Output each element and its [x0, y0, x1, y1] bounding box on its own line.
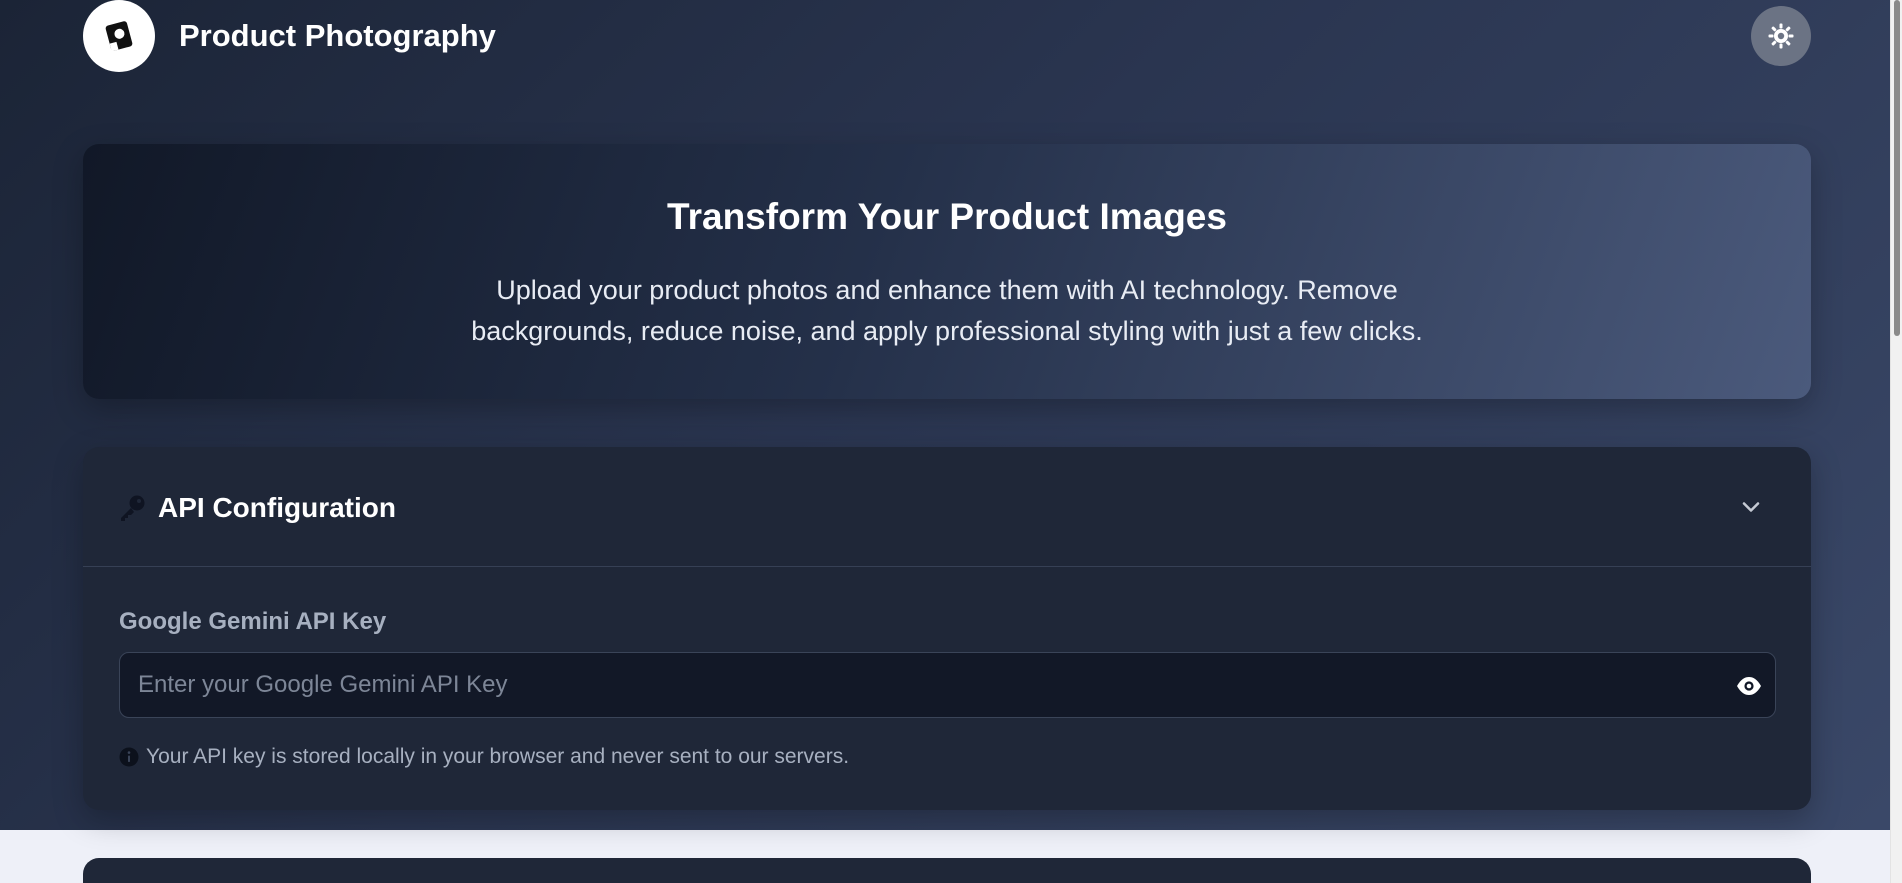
- page-scrollbar[interactable]: [1890, 0, 1902, 883]
- hero-banner: Transform Your Product Images Upload you…: [83, 144, 1811, 399]
- api-key-label: Google Gemini API Key: [119, 608, 387, 635]
- hero-title: Transform Your Product Images: [667, 196, 1227, 237]
- sun-icon: [1768, 23, 1794, 49]
- api-key-privacy-note: Your API key is stored locally in your b…: [119, 745, 849, 769]
- toggle-visibility-button[interactable]: [1733, 670, 1765, 702]
- api-key-note-text: Your API key is stored locally in your b…: [146, 745, 850, 768]
- api-key-input[interactable]: [120, 653, 1775, 717]
- next-section-card: [83, 858, 1811, 883]
- app-header: Product Photography: [83, 0, 1811, 72]
- camera-logo-icon[interactable]: [83, 0, 155, 72]
- api-configuration-card: API Configuration Google Gemini API Key …: [83, 447, 1811, 810]
- api-configuration-header[interactable]: API Configuration: [83, 447, 1811, 567]
- scrollbar-thumb[interactable]: [1894, 0, 1900, 336]
- info-icon: [119, 747, 139, 767]
- theme-toggle-button[interactable]: [1751, 6, 1811, 66]
- api-configuration-title: API Configuration: [158, 492, 396, 523]
- key-icon: [121, 495, 145, 521]
- eye-icon: [1737, 677, 1761, 695]
- hero-description: Upload your product photos and enhance t…: [471, 275, 1423, 346]
- api-key-field: [119, 652, 1776, 718]
- app-title: Product Photography: [179, 18, 496, 53]
- chevron-down-icon[interactable]: [1739, 495, 1763, 519]
